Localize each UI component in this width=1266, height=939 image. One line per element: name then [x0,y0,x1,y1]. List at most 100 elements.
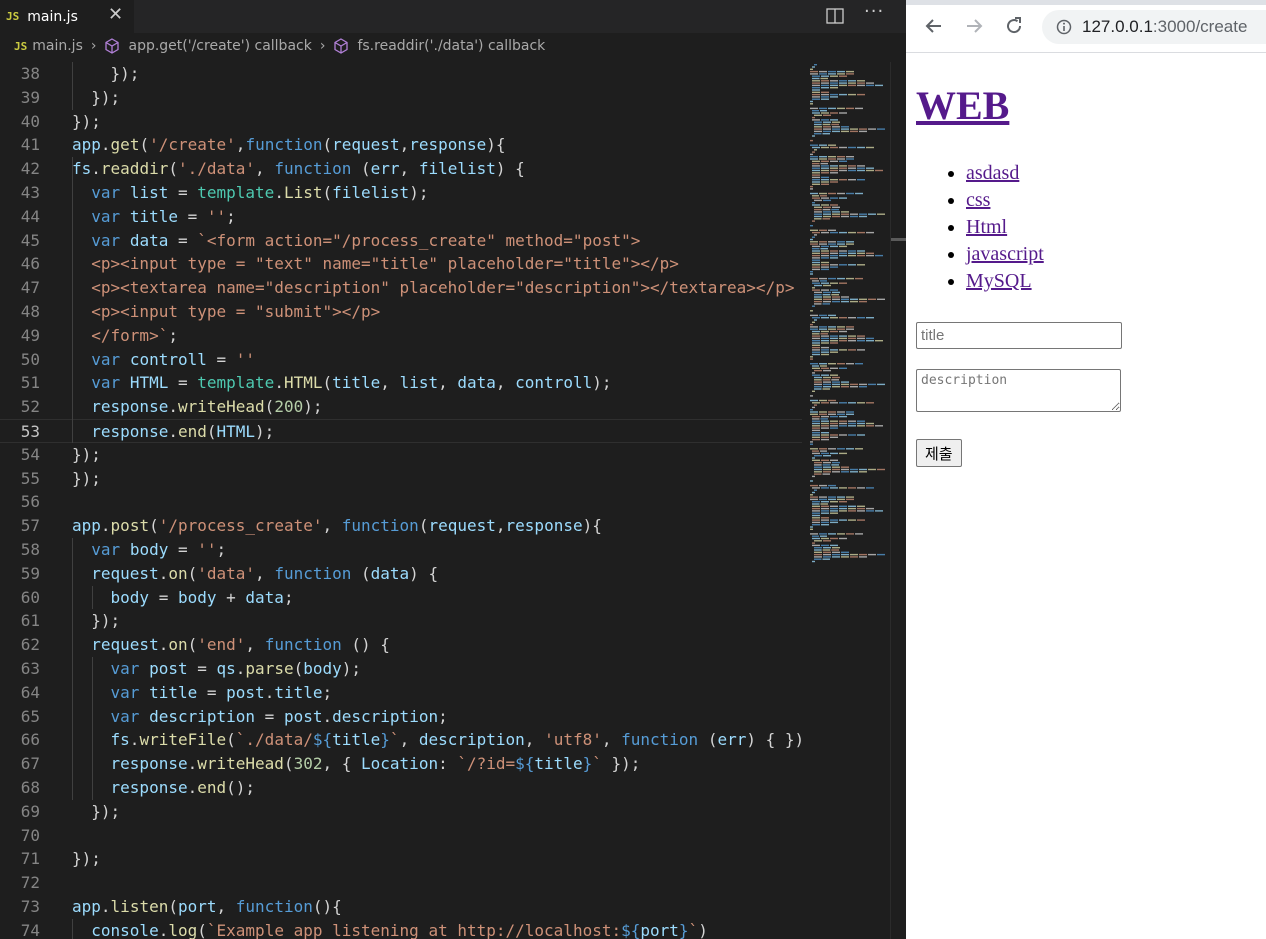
code-line[interactable]: 68 response.end(); [0,776,802,800]
code-line[interactable]: 53 response.end(HTML); [0,419,802,443]
breadcrumb-file[interactable]: main.js [32,38,83,54]
code-line[interactable]: 73 app.listen(port, function(){ [0,895,802,919]
line-number: 56 [20,492,40,512]
code-line[interactable]: 49 </form>`; [0,324,802,348]
info-icon[interactable] [1056,19,1072,35]
code-line[interactable]: 70 [0,824,802,848]
more-actions-icon[interactable]: ··· [864,1,884,22]
line-number: 49 [20,325,40,345]
code-text: <p><input type = "text" name="title" pla… [72,254,679,274]
code-line[interactable]: 66 fs.writeFile(`./data/${title}`, descr… [0,728,802,752]
method-cube-icon [105,38,120,54]
code-line[interactable]: 69 }); [0,800,802,824]
code-text: response.end(); [110,778,256,797]
code-line[interactable]: 50 var controll = '' [0,348,802,372]
code-text: }); [72,444,101,464]
line-number: 66 [20,730,40,750]
indent-guide [92,585,93,610]
code-text: app.get('/create',function(request,respo… [72,135,506,155]
back-arrow-icon[interactable] [924,16,944,36]
code-line[interactable]: 59 request.on('data', function (data) { [0,562,802,586]
code-text: <p><input type = "submit"></p> [72,302,381,321]
close-icon[interactable]: ✕ [108,4,123,25]
address-bar[interactable]: 127.0.0.1:3000/create [1042,10,1266,44]
code-line[interactable]: 47 <p><textarea name="description" place… [0,276,802,300]
code-area[interactable]: 38 }); 39 }); 40}); 41 app.get('/create',fun… [0,62,802,939]
submit-button[interactable]: 제출 [916,439,962,467]
forward-arrow-icon[interactable] [964,16,984,36]
code-line[interactable]: 63 var post = qs.parse(body); [0,657,802,681]
vertical-scrollbar[interactable] [890,62,907,939]
code-text: }); [72,64,140,83]
line-number: 51 [20,373,40,393]
code-line[interactable]: 42 fs.readdir('./data', function (err, fi… [0,157,802,181]
breadcrumb-item[interactable]: app.get('/create') callback [128,38,311,54]
code-text: var list = template.List(filelist); [91,183,429,202]
code-line[interactable]: 71}); [0,847,802,871]
line-number: 59 [20,563,40,583]
code-text: }); [72,801,121,821]
browser-window: 127.0.0.1:3000/create WEB asdasd css Htm… [906,0,1266,939]
code-text: fs.writeFile(`./data/${title}`, descript… [110,730,802,750]
code-line[interactable]: 40}); [0,110,802,134]
split-editor-icon[interactable] [826,8,844,24]
code-line[interactable]: 60 body = body + data; [0,586,802,610]
minimap[interactable] [806,62,890,939]
code-line[interactable]: 43 var list = template.List(filelist); [0,181,802,205]
scrollbar-thumb[interactable] [891,238,907,241]
code-line[interactable]: 61 }); [0,609,802,633]
code-line[interactable]: 58 var body = ''; [0,538,802,562]
code-text: }); [72,611,121,631]
line-number: 54 [20,444,40,464]
code-line[interactable]: 52 response.writeHead(200); [0,395,802,419]
tab-main-js[interactable]: JS main.js ✕ [0,0,134,33]
page-title-link[interactable]: WEB [916,82,1009,129]
method-cube-icon [334,38,349,54]
line-number: 47 [20,278,40,298]
line-number: 53 [20,422,40,441]
code-line[interactable]: 41 app.get('/create',function(request,res… [0,133,802,157]
code-line[interactable]: 44 var title = ''; [0,205,802,229]
code-text: response.writeHead(200); [91,397,323,417]
code-text: <p><textarea name="description" placehol… [72,278,795,298]
code-line[interactable]: 55}); [0,467,802,491]
line-number: 74 [20,920,40,939]
code-text: var title = ''; [91,206,236,226]
description-textarea[interactable] [916,369,1121,412]
title-input[interactable] [916,322,1122,349]
code-line[interactable]: 51 var HTML = template.HTML(title, list,… [0,371,802,395]
code-line[interactable]: 39 }); [0,86,802,110]
code-line[interactable]: 62 request.on('end', function () { [0,633,802,657]
code-line[interactable]: 38 }); [0,62,802,86]
chevron-right-icon: › [319,38,326,54]
code-text: var controll = '' [91,349,256,369]
code-line[interactable]: 65 var description = post.description; [0,705,802,729]
file-link[interactable]: css [966,189,990,211]
code-line[interactable]: 74 console.log(`Example app listening at… [0,919,802,939]
line-number: 50 [20,349,40,369]
list-item: javascript [966,241,1044,268]
indent-guide [72,918,73,939]
code-line[interactable]: 56 [0,490,802,514]
code-line[interactable]: 67 response.writeHead(302, { Location: `… [0,752,802,776]
code-line[interactable]: 64 var title = post.title; [0,681,802,705]
line-number: 57 [20,516,40,536]
file-link[interactable]: asdasd [966,162,1019,184]
code-line[interactable]: 72 [0,871,802,895]
code-line[interactable]: 48 <p><input type = "submit"></p> [0,300,802,324]
reload-icon[interactable] [1004,16,1024,36]
breadcrumb-item[interactable]: fs.readdir('./data') callback [357,38,545,54]
code-text: }); [72,468,101,488]
code-text: }); [72,111,101,131]
file-link[interactable]: Html [966,216,1007,238]
file-link[interactable]: MySQL [966,270,1032,292]
code-line[interactable]: 57 app.post('/process_create', function(r… [0,514,802,538]
file-link[interactable]: javascript [966,243,1044,265]
line-number: 63 [20,659,40,678]
code-line[interactable]: 46 <p><input type = "text" name="title" … [0,252,802,276]
code-text: app.listen(port, function(){ [72,897,342,916]
code-line[interactable]: 54}); [0,443,802,467]
code-line[interactable]: 45 var data = `<form action="/process_cr… [0,229,802,253]
url-path: :3000/create [1152,17,1248,36]
line-number: 65 [20,706,40,726]
